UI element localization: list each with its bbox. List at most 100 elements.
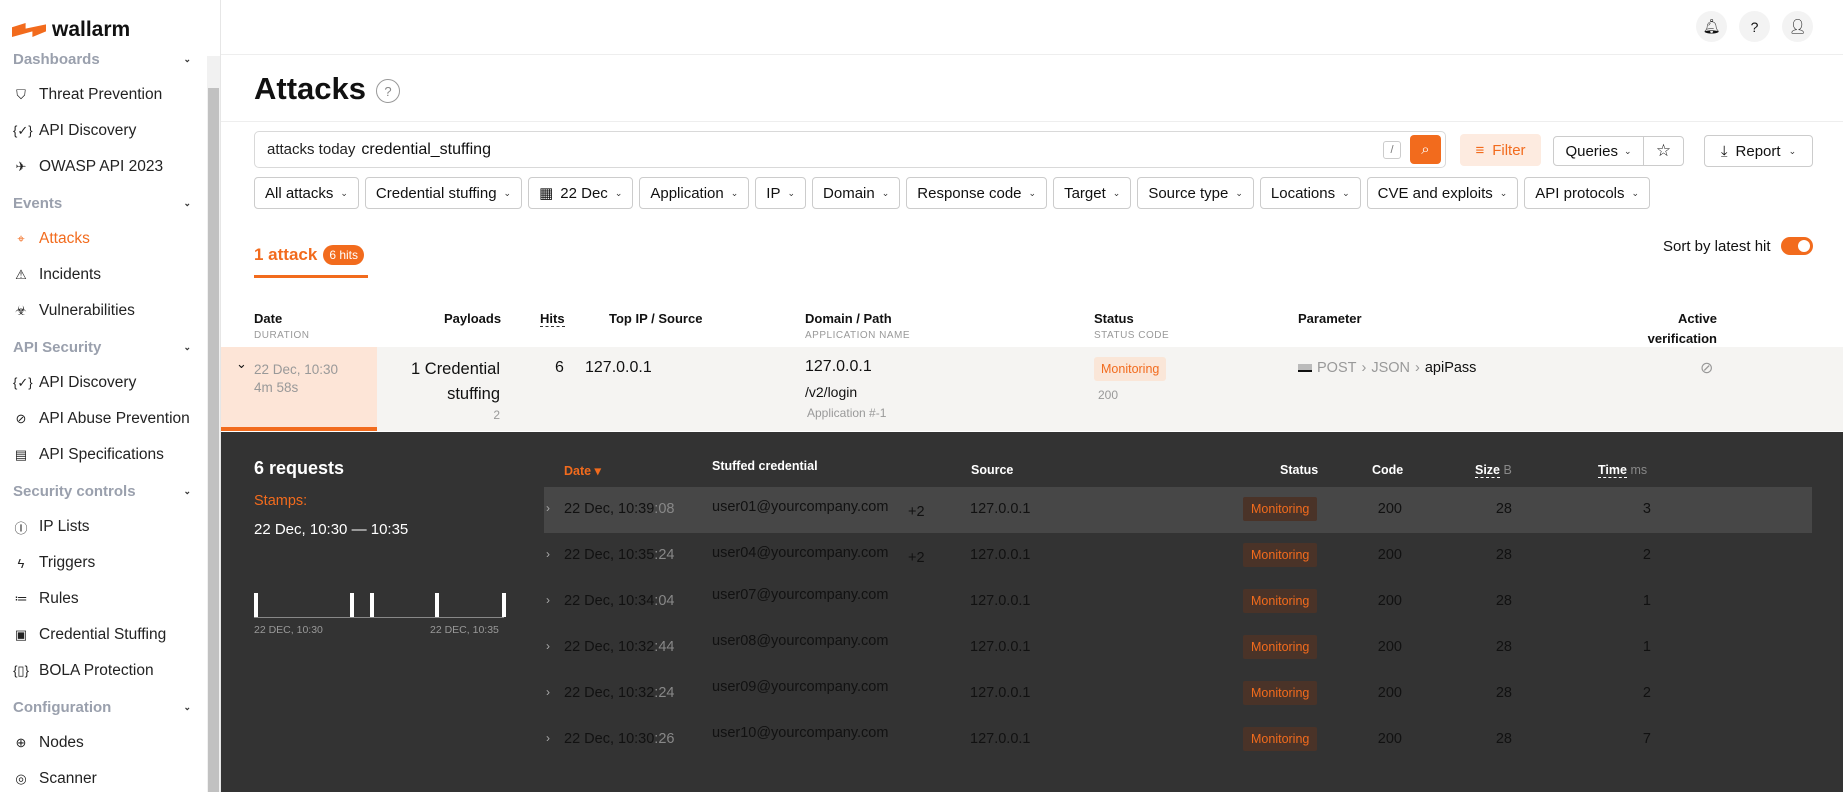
sidebar-item-label: API Discovery xyxy=(39,122,137,139)
sort-latest-hit[interactable]: Sort by latest hit xyxy=(1663,237,1813,255)
robot-off-icon: ⊘ xyxy=(15,411,27,426)
tab-attacks[interactable]: 1 attack 6 hits xyxy=(254,245,368,278)
sidebar-section-title: Security controls xyxy=(13,482,136,500)
request-row[interactable]: › 22 Dec, 10:35:24 user04@yourcompany.co… xyxy=(544,533,1812,579)
status-code: 200 xyxy=(1098,388,1119,402)
sidebar-item[interactable]: ⌖ Attacks xyxy=(0,221,205,257)
shortcut-hint: / xyxy=(1383,141,1401,159)
expand-chevron-icon[interactable]: ⌄ xyxy=(236,356,247,372)
filter-chip[interactable]: ▦ 22 Dec ⌄ xyxy=(528,177,634,209)
notifications-bell-icon[interactable]: 🔔︎ xyxy=(1696,11,1727,42)
filter-chip[interactable]: IP ⌄ xyxy=(755,177,807,209)
sidebar-item[interactable]: ⊕ Nodes xyxy=(0,725,205,761)
sidebar-item[interactable]: ϟ Triggers xyxy=(0,545,205,581)
sidebar-item[interactable]: Ⓘ IP Lists xyxy=(0,509,205,545)
expand-chevron-icon[interactable]: › xyxy=(546,685,550,699)
filter-chip[interactable]: API protocols ⌄ xyxy=(1524,177,1651,209)
sidebar-item[interactable]: ⚠ Incidents xyxy=(0,257,205,293)
divider xyxy=(221,121,1843,122)
request-time: 1 xyxy=(1642,639,1651,655)
calendar-icon: ▦ xyxy=(539,185,554,202)
col-hits[interactable]: Hits xyxy=(540,311,565,327)
search-value: credential_stuffing xyxy=(361,140,491,158)
request-size: 28 xyxy=(1495,731,1512,747)
expand-chevron-icon[interactable]: › xyxy=(546,547,550,561)
request-source[interactable]: 127.0.0.1 xyxy=(970,501,1030,517)
braces-check-icon: {✓} xyxy=(13,375,33,390)
stamps-label: Stamps: xyxy=(254,493,308,509)
request-status-badge: Monitoring xyxy=(1243,681,1318,705)
request-source[interactable]: 127.0.0.1 xyxy=(970,593,1030,609)
help-icon[interactable]: ? xyxy=(1739,11,1770,42)
request-row[interactable]: › 22 Dec, 10:39:08 user01@yourcompany.co… xyxy=(544,487,1812,533)
filter-chips: All attacks ⌄ Credential stuffing ⌄ ▦ 22 Dec ⌄… xyxy=(254,177,1651,209)
more-credentials[interactable]: +2 xyxy=(908,550,925,566)
timeline-start: 22 DEC, 10:30 xyxy=(254,624,323,636)
filter-chip[interactable]: Locations ⌄ xyxy=(1259,177,1361,209)
search-input[interactable]: attacks today credential_stuffing xyxy=(254,131,1446,168)
req-col-cred: Stuffed credential xyxy=(712,459,818,473)
queries-dropdown[interactable]: Queries ⌄ xyxy=(1553,136,1644,166)
sidebar-section[interactable]: Security controls ⌄ xyxy=(0,473,205,509)
sidebar-item-label: Triggers xyxy=(39,554,96,571)
nodes-icon: ⊕ xyxy=(15,735,27,750)
search-button[interactable]: ⌕ xyxy=(1410,135,1441,164)
filter-chip[interactable]: Target ⌄ xyxy=(1053,177,1132,209)
sidebar-section[interactable]: API Security ⌄ xyxy=(0,329,205,365)
help-circle-icon[interactable]: ? xyxy=(376,79,400,103)
request-row[interactable]: › 22 Dec, 10:32:44 user08@yourcompany.co… xyxy=(544,625,1812,671)
expand-chevron-icon[interactable]: › xyxy=(546,639,550,653)
user-icon[interactable]: 👤︎ xyxy=(1782,11,1813,42)
req-col-time[interactable]: Time ms xyxy=(1598,463,1647,478)
stuffed-credential: user07@yourcompany.com xyxy=(712,587,889,603)
sidebar-section[interactable]: Dashboards ⌄ xyxy=(0,41,205,77)
sidebar-item[interactable]: ▣ Credential Stuffing xyxy=(0,617,205,653)
request-source[interactable]: 127.0.0.1 xyxy=(970,685,1030,701)
expand-chevron-icon[interactable]: › xyxy=(546,593,550,607)
filter-chip[interactable]: Credential stuffing ⌄ xyxy=(364,177,523,209)
request-code: 200 xyxy=(1377,501,1402,517)
request-date: 22 Dec, 10:39 xyxy=(564,501,655,517)
star-icon[interactable]: ☆ xyxy=(1643,136,1684,166)
wallarm-logo-icon xyxy=(12,23,46,37)
request-source[interactable]: 127.0.0.1 xyxy=(970,639,1030,655)
sidebar-item[interactable]: {✓} API Discovery xyxy=(0,113,205,149)
req-col-date[interactable]: Date ▾ xyxy=(564,463,601,478)
sidebar-item[interactable]: ✈ OWASP API 2023 xyxy=(0,149,205,185)
sidebar-section[interactable]: Configuration ⌄ xyxy=(0,689,205,725)
sidebar-item[interactable]: ⊘ API Abuse Prevention xyxy=(0,401,205,437)
req-col-size[interactable]: Size B xyxy=(1475,463,1512,478)
filter-chip-label: API protocols xyxy=(1535,184,1625,202)
filter-chip[interactable]: Source type ⌄ xyxy=(1137,177,1254,209)
filter-chip[interactable]: Response code ⌄ xyxy=(906,177,1048,209)
request-source[interactable]: 127.0.0.1 xyxy=(970,547,1030,563)
sidebar-item[interactable]: ▤ API Specifications xyxy=(0,437,205,473)
filter-chip[interactable]: CVE and exploits ⌄ xyxy=(1366,177,1519,209)
sidebar-section[interactable]: Events ⌄ xyxy=(0,185,205,221)
sidebar-item[interactable]: {▯} BOLA Protection xyxy=(0,653,205,689)
sidebar-item[interactable]: ⛉ Threat Prevention xyxy=(0,77,205,113)
sidebar-item[interactable]: ≔ Rules xyxy=(0,581,205,617)
logo[interactable]: wallarm xyxy=(12,18,130,42)
filter-button[interactable]: ≡ Filter xyxy=(1460,134,1541,166)
expand-chevron-icon[interactable]: › xyxy=(546,501,550,515)
filter-chip[interactable]: Domain ⌄ xyxy=(812,177,901,209)
request-row[interactable]: › 22 Dec, 10:30:26 user10@yourcompany.co… xyxy=(544,717,1812,763)
filter-chip[interactable]: Application ⌄ xyxy=(639,177,750,209)
expand-chevron-icon[interactable]: › xyxy=(546,731,550,745)
request-row[interactable]: › 22 Dec, 10:34:04 user07@yourcompany.co… xyxy=(544,579,1812,625)
filter-chip-label: Response code xyxy=(917,184,1022,202)
sort-toggle[interactable] xyxy=(1780,237,1813,255)
report-button[interactable]: ⤓ Report ⌄ xyxy=(1704,135,1813,167)
sidebar-item[interactable]: ☣ Vulnerabilities xyxy=(0,293,205,329)
request-date: 22 Dec, 10:32 xyxy=(564,685,655,701)
sidebar-item[interactable]: {✓} API Discovery xyxy=(0,365,205,401)
more-credentials[interactable]: +2 xyxy=(908,504,925,520)
sidebar-item-label: API Abuse Prevention xyxy=(39,410,190,427)
request-row[interactable]: › 22 Dec, 10:32:24 user09@yourcompany.co… xyxy=(544,671,1812,717)
sidebar-scroll-thumb[interactable] xyxy=(208,88,219,792)
request-status-badge: Monitoring xyxy=(1243,589,1318,613)
filter-chip[interactable]: All attacks ⌄ xyxy=(254,177,359,209)
attack-ip[interactable]: 127.0.0.1 xyxy=(585,359,652,377)
request-source[interactable]: 127.0.0.1 xyxy=(970,731,1030,747)
